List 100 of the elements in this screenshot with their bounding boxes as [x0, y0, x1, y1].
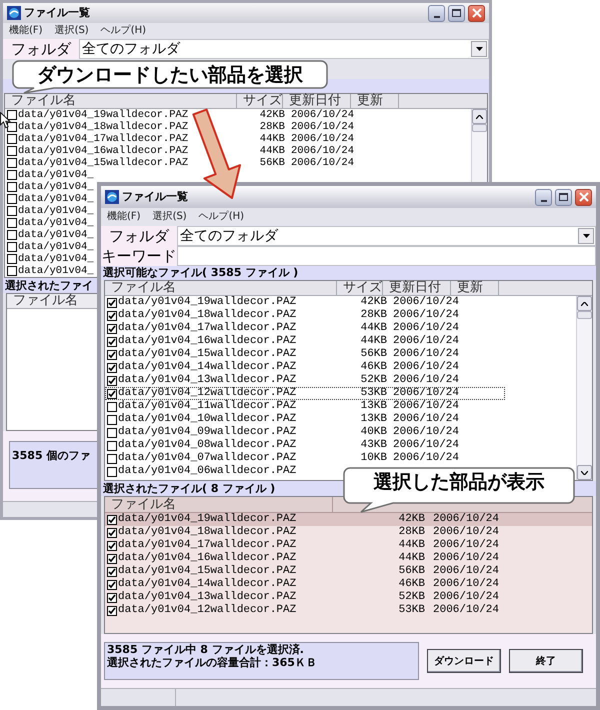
file-row[interactable]: data/y01v04_14walldecor.PAZ 46KB 2006/10/24 [105, 361, 459, 374]
checkbox[interactable] [107, 350, 117, 360]
checkbox[interactable] [7, 242, 17, 252]
file-row[interactable]: data/y01v04_19walldecor.PAZ 42KB 2006/10/24 [105, 296, 459, 309]
checkbox[interactable] [7, 182, 17, 192]
file-date: 2006/10/24 [392, 361, 459, 374]
column-header[interactable]: ファイル名 [7, 294, 93, 309]
checkbox[interactable] [107, 454, 117, 464]
checkbox[interactable] [107, 592, 117, 602]
checkbox[interactable] [7, 206, 17, 216]
file-name: data/y01v04_ [18, 193, 94, 205]
file-size: 42KB [260, 109, 285, 121]
file-row[interactable]: data/y01v04_19walldecor.PAZ 42KB 2006/10/24 [105, 513, 592, 526]
file-row[interactable]: data/y01v04_07walldecor.PAZ 10KB 2006/10/24 [105, 452, 459, 465]
scroll-down-button[interactable] [577, 465, 592, 480]
file-row[interactable]: data/y01v04_18walldecor.PAZ 28KB 2006/10/24 [105, 309, 459, 322]
checkbox[interactable] [107, 388, 117, 398]
exit-button[interactable]: 終了 [509, 649, 583, 673]
callout-text: ダウンロードしたい部品を選択 [36, 63, 304, 88]
checkbox[interactable] [107, 606, 117, 616]
file-row[interactable]: data/y01v04_13walldecor.PAZ 52KB 2006/10/24 [105, 374, 459, 387]
column-header[interactable]: 更新 [351, 94, 399, 109]
checkbox[interactable] [107, 362, 117, 372]
scroll-up-button[interactable] [472, 109, 487, 124]
checkbox[interactable] [7, 230, 17, 240]
checkbox[interactable] [7, 110, 17, 120]
checkbox[interactable] [107, 440, 117, 450]
file-row[interactable]: data/y01v04_15walldecor.PAZ 56KB 2006/10/24 [105, 348, 459, 361]
menu-item[interactable]: 選択(S) [152, 210, 187, 224]
checkbox[interactable] [7, 254, 17, 264]
menu-item[interactable]: ヘルプ(H) [198, 210, 244, 224]
column-header[interactable]: ファイル名 [5, 94, 237, 109]
file-row[interactable]: data/y01v04_17walldecor.PAZ 44KB 2006/10/24 [105, 539, 592, 552]
checkbox[interactable] [107, 428, 117, 438]
checkbox[interactable] [107, 324, 117, 334]
column-header[interactable]: サイズ [337, 281, 383, 296]
column-header[interactable]: 更新日付 [283, 94, 351, 109]
checkbox[interactable] [107, 566, 117, 576]
file-date: 2006/10/24 [392, 322, 459, 335]
keyword-field[interactable] [177, 246, 596, 266]
file-row[interactable]: data/y01v04_18walldecor.PAZ 28KB 2006/10/24 [105, 526, 592, 539]
checkbox[interactable] [7, 266, 17, 276]
file-size: 28KB [398, 526, 425, 539]
file-row[interactable]: data/y01v04_12walldecor.PAZ 53KB 2006/10/24 [105, 387, 505, 400]
scrollbar[interactable] [576, 296, 592, 480]
folder-dropdown[interactable]: 全てのフォルダ [79, 39, 489, 59]
file-name: data/y01v04_13walldecor.PAZ [118, 591, 296, 604]
checkbox[interactable] [7, 170, 17, 180]
file-name: data/y01v04_09walldecor.PAZ [118, 426, 296, 439]
checkbox[interactable] [107, 414, 117, 424]
folder-dropdown[interactable]: 全てのフォルダ [177, 226, 596, 246]
file-row[interactable]: data/y01v04_13walldecor.PAZ 52KB 2006/10/24 [105, 591, 592, 604]
checkbox[interactable] [107, 466, 117, 476]
file-row[interactable]: data/y01v04_15walldecor.PAZ 56KB 2006/10/24 [105, 565, 592, 578]
maximize-button[interactable] [448, 4, 465, 22]
checkbox[interactable] [7, 158, 17, 168]
scroll-thumb[interactable] [472, 124, 487, 132]
download-button[interactable]: ダウンロード [427, 649, 501, 673]
checkbox[interactable] [107, 376, 117, 386]
file-row[interactable]: data/y01v04_17walldecor.PAZ 44KB 2006/10/24 [105, 322, 459, 335]
checkbox[interactable] [7, 122, 17, 132]
file-row[interactable]: data/y01v04_10walldecor.PAZ 13KB 2006/10/24 [105, 413, 459, 426]
file-row[interactable]: data/y01v04_14walldecor.PAZ 46KB 2006/10/24 [105, 578, 592, 591]
checkbox[interactable] [107, 554, 117, 564]
checkbox[interactable] [7, 146, 17, 156]
minimize-button[interactable] [428, 4, 445, 22]
checkbox[interactable] [7, 194, 17, 204]
column-header[interactable]: 更新 [451, 281, 499, 296]
checkbox[interactable] [107, 336, 117, 346]
close-button[interactable] [468, 4, 485, 22]
status-text: 3585 ファイル中 8 ファイルを選択済. [107, 643, 305, 656]
scroll-thumb[interactable] [577, 311, 592, 319]
checkbox[interactable] [7, 134, 17, 144]
close-button[interactable] [575, 188, 592, 206]
column-header[interactable]: 更新日付 [383, 281, 451, 296]
file-row[interactable]: data/y01v04_11walldecor.PAZ 13KB 2006/10/24 [105, 400, 459, 413]
file-row[interactable]: data/y01v04_08walldecor.PAZ 43KB 2006/10/24 [105, 439, 459, 452]
menu-item[interactable]: 選択(S) [54, 24, 89, 38]
checkbox[interactable] [107, 310, 117, 320]
column-header[interactable]: サイズ [237, 94, 283, 109]
file-name: data/y01v04_18walldecor.PAZ [118, 309, 296, 322]
checkbox[interactable] [7, 218, 17, 228]
column-header[interactable]: ファイル名 [105, 281, 337, 296]
file-row[interactable]: data/y01v04_12walldecor.PAZ 53KB 2006/10/24 [105, 604, 592, 617]
menu-item[interactable]: 機能(F) [107, 210, 141, 224]
minimize-button[interactable] [535, 188, 552, 206]
file-row[interactable]: data/y01v04_09walldecor.PAZ 40KB 2006/10/24 [105, 426, 459, 439]
checkbox[interactable] [107, 580, 117, 590]
checkbox[interactable] [107, 514, 117, 524]
checkbox[interactable] [107, 298, 117, 308]
checkbox[interactable] [107, 528, 117, 538]
scroll-up-button[interactable] [577, 296, 592, 311]
file-size: 13KB [360, 400, 387, 413]
file-row[interactable]: data/y01v04_16walldecor.PAZ 44KB 2006/10/24 [105, 552, 592, 565]
file-row[interactable]: data/y01v04_16walldecor.PAZ 44KB 2006/10/24 [105, 335, 459, 348]
maximize-button[interactable] [555, 188, 572, 206]
menu-item[interactable]: 機能(F) [9, 24, 43, 38]
checkbox[interactable] [107, 540, 117, 550]
menu-item[interactable]: ヘルプ(H) [100, 24, 146, 38]
checkbox[interactable] [107, 402, 117, 412]
